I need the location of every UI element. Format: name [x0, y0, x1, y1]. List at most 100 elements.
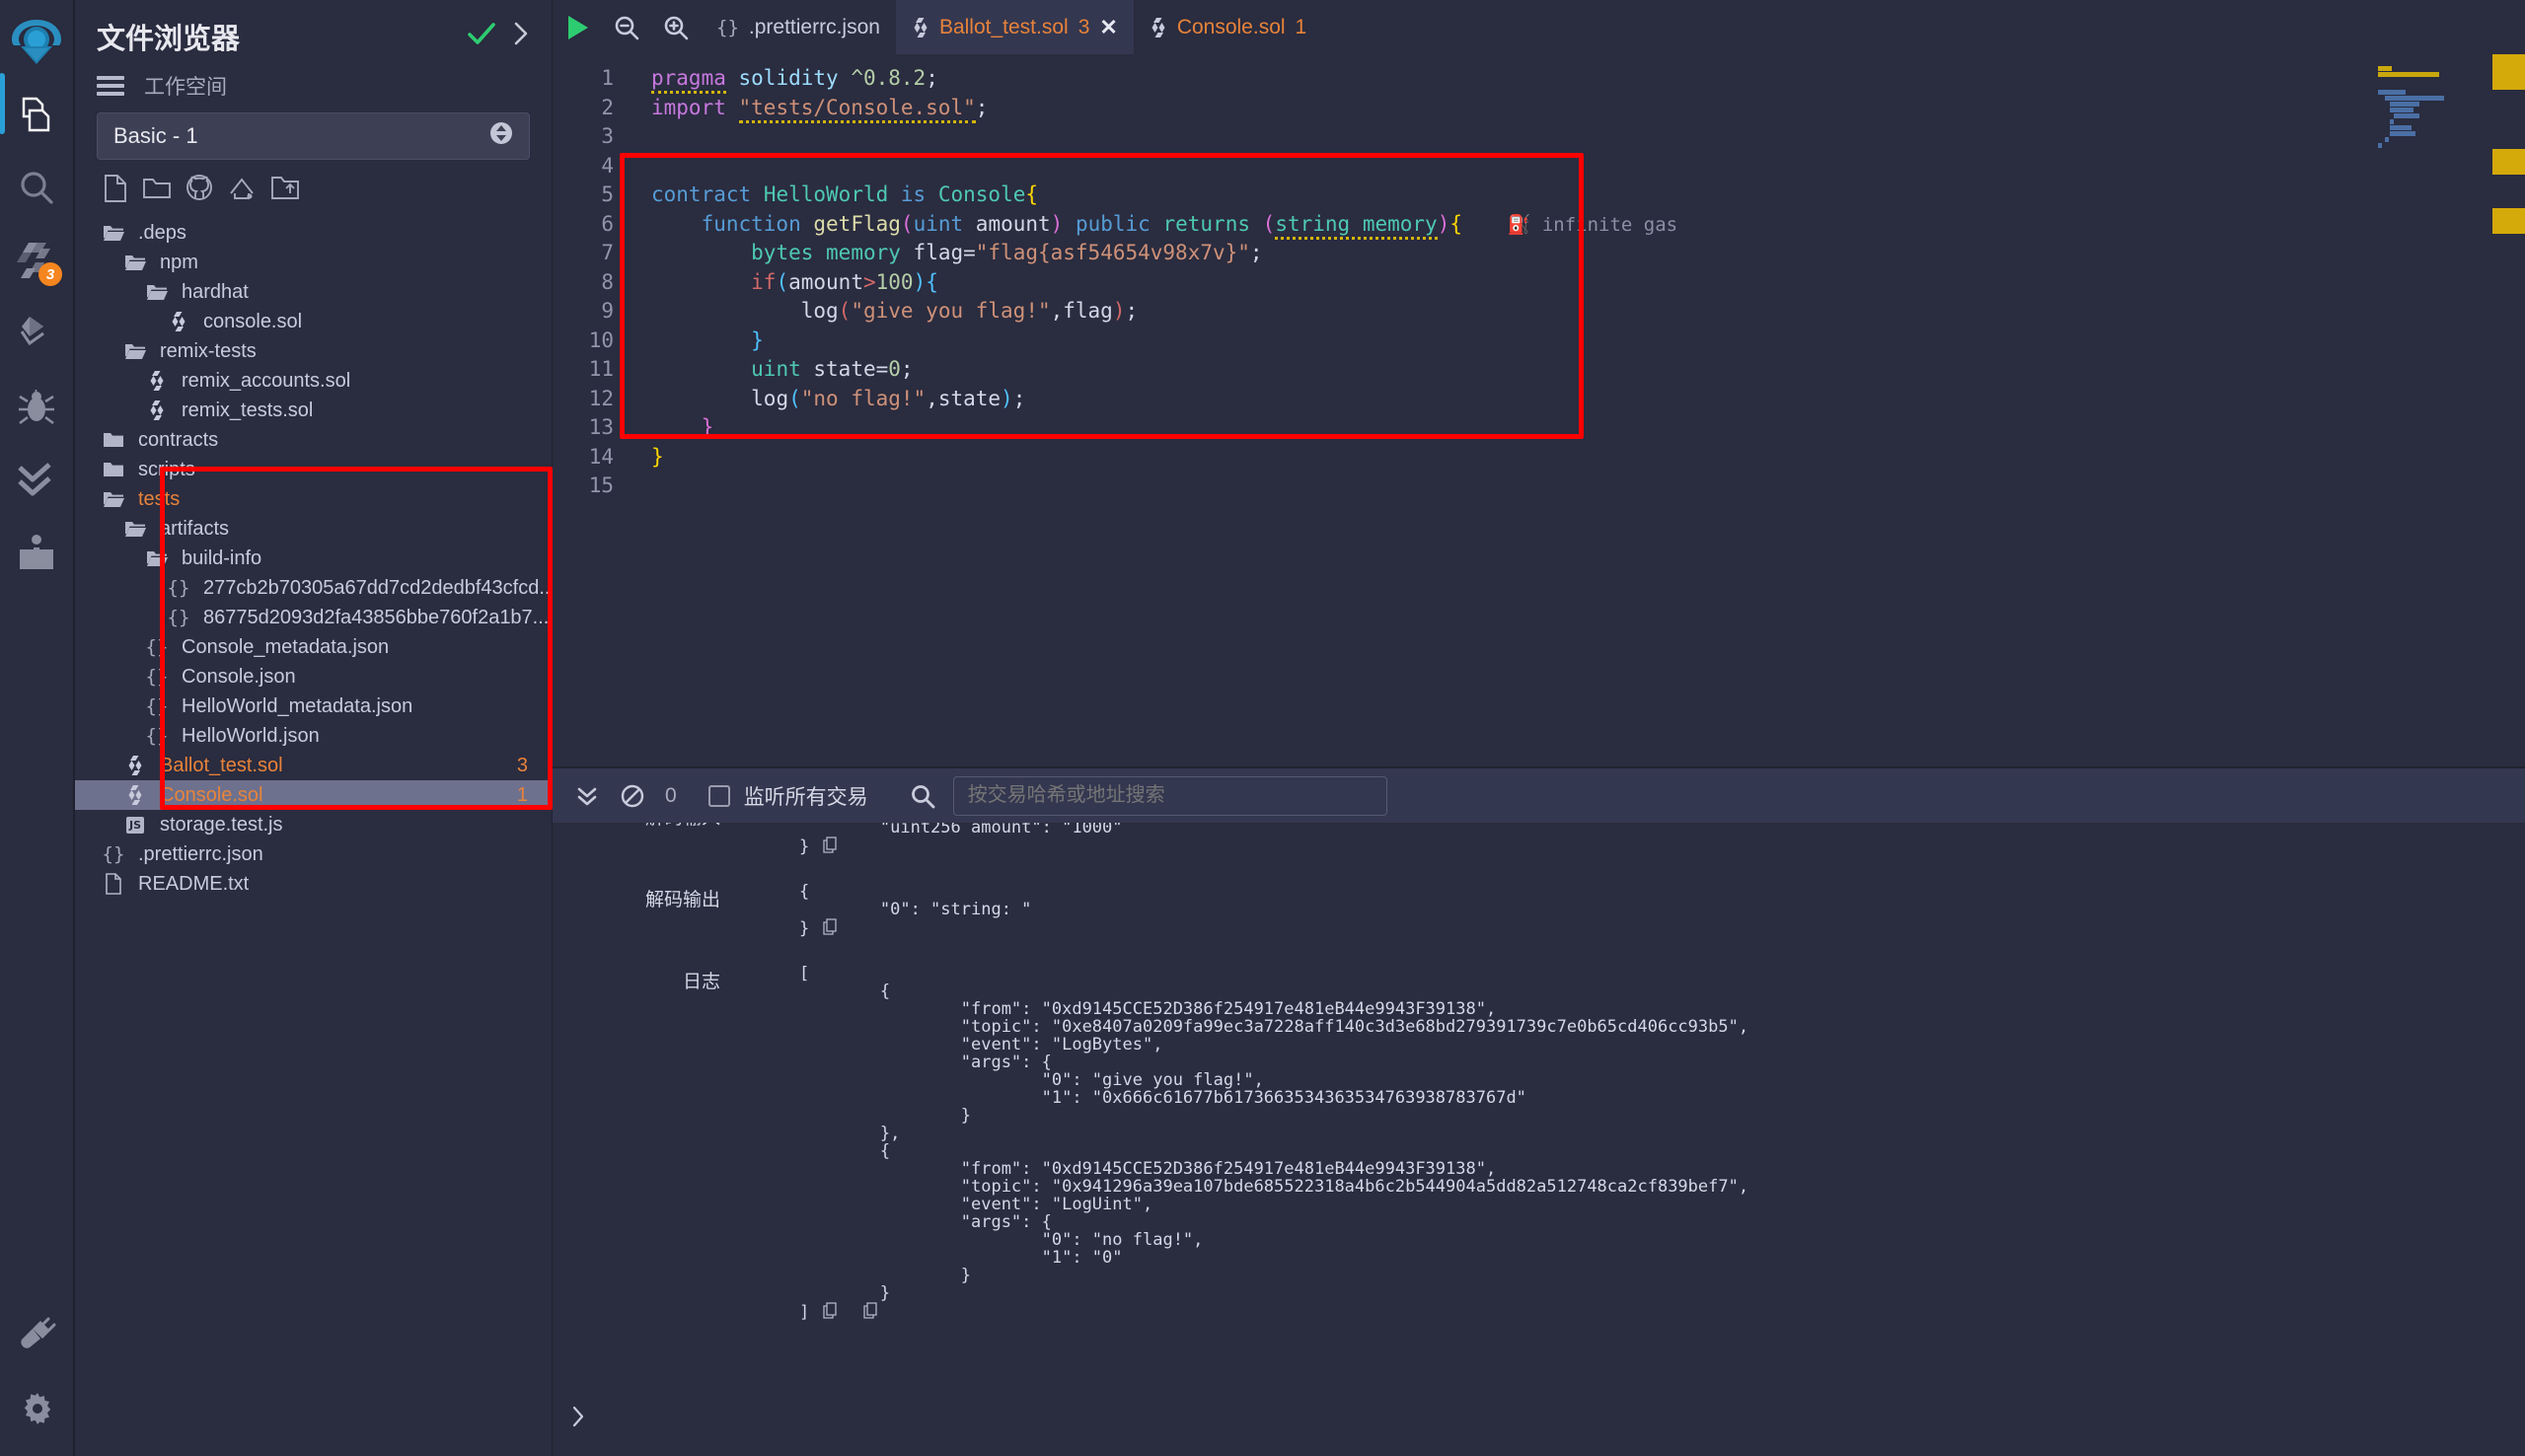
zoom-out-icon[interactable] [602, 0, 651, 54]
copy-icon[interactable] [863, 1302, 878, 1323]
terminal-entry-body: { "uint256 amount": "1000"} [799, 823, 1123, 857]
tree-item-label: remix_accounts.sol [182, 369, 351, 392]
tree-item-remix-tests-sol[interactable]: remix_tests.sol [75, 396, 552, 425]
editor-minimap[interactable] [2368, 54, 2492, 766]
tab--prettierrc-json[interactable]: {} .prettierrc.json [701, 0, 896, 54]
tree-item-readme-txt[interactable]: README.txt [75, 869, 552, 899]
terminal-entry-body: [ { "from": "0xd9145CCE52D386f254917e481… [799, 965, 1748, 1323]
terminal-output[interactable]: 解码输入 { "uint256 amount": "1000"} 解码输出 { "0"… [553, 823, 2525, 1456]
icon-rail: 3 [0, 0, 75, 1456]
line-number: 5 [601, 182, 614, 206]
file-explorer-icon[interactable] [7, 83, 66, 146]
listen-all-transactions-toggle[interactable]: 监听所有交易 [707, 781, 868, 811]
tree-item-console-json[interactable]: {} Console.json [75, 662, 552, 692]
terminal-log-line: "args": { [799, 1212, 1052, 1232]
tree-item-build-info[interactable]: build-info [75, 544, 552, 573]
settings-gear-icon[interactable] [8, 1377, 67, 1440]
tree-item-helloworld-metadata-json[interactable]: {} HelloWorld_metadata.json [75, 692, 552, 721]
terminal-log-line: } [799, 837, 1123, 857]
minimap-lines [2378, 66, 2485, 149]
json-file-icon: {} [167, 607, 190, 628]
tree-item-remix-tests[interactable]: remix-tests [75, 336, 552, 366]
tree-item-console-sol[interactable]: Console.sol 1 [75, 780, 552, 810]
search-icon[interactable] [910, 783, 935, 809]
chevron-updown-icon [489, 121, 513, 151]
workspace-select-value: Basic - 1 [113, 123, 198, 148]
tree-item-console-metadata-json[interactable]: {} Console_metadata.json [75, 632, 552, 662]
remix-logo-icon[interactable] [7, 14, 66, 73]
tree-item-artifacts[interactable]: artifacts [75, 514, 552, 544]
new-folder-icon[interactable] [142, 174, 172, 208]
tree-item-label: HelloWorld.json [182, 724, 320, 747]
file-actions-toolbar [75, 160, 552, 214]
line-number: 2 [601, 95, 614, 119]
tab-ballot-test-sol[interactable]: Ballot_test.sol 3 ✕ [895, 0, 1134, 54]
deploy-run-icon[interactable] [7, 302, 66, 365]
workspace-label: 工作空间 [144, 76, 227, 99]
terminal-log-line: } [799, 1106, 971, 1126]
terminal-search-input[interactable] [952, 775, 1387, 816]
plugin-manager-icon[interactable] [8, 1304, 67, 1367]
line-number: 8 [601, 269, 614, 294]
tab-console-sol[interactable]: Console.sol 1 [1134, 0, 1322, 54]
solidity-compiler-icon[interactable]: 3 [7, 229, 66, 292]
search-icon[interactable] [7, 156, 66, 219]
tree-item-label: npm [160, 251, 198, 273]
run-script-icon[interactable] [553, 0, 602, 54]
tree-item-tests[interactable]: tests [75, 484, 552, 514]
learneth-icon[interactable] [7, 521, 66, 584]
github-clone-icon[interactable] [186, 174, 213, 208]
folder-open-icon [120, 253, 150, 272]
solidity-file-icon [142, 400, 172, 421]
terminal-entry-label: 日志 [682, 972, 720, 992]
copy-icon[interactable] [823, 837, 838, 857]
code-editor[interactable]: 1 2 3 4 5 6 7 8 9 10 11 12 13 14 15 pragma solidity ^0… [553, 54, 2525, 766]
line-number: 13 [588, 415, 614, 439]
publish-gist-icon[interactable] [227, 174, 257, 208]
tree-item-storage-test-js[interactable]: JS storage.test.js [75, 810, 552, 839]
editor-code-area[interactable]: pragma solidity ^0.8.2; import "tests/Co… [630, 54, 2525, 766]
terminal-log-line: [ [799, 964, 810, 983]
editor-gutter: 1 2 3 4 5 6 7 8 9 10 11 12 13 14 15 [553, 54, 630, 766]
new-file-icon[interactable] [103, 174, 128, 208]
tree-item-npm[interactable]: npm [75, 248, 552, 277]
folder-open-icon [99, 223, 128, 243]
chevron-double-down-icon[interactable] [574, 783, 600, 809]
terminal-panel: 0 监听所有交易 解码输入 { "uint256 amount": "1000"}… [553, 766, 2525, 1456]
copy-icon[interactable] [823, 918, 838, 939]
tree-item-helloworld-json[interactable]: {} HelloWorld.json [75, 721, 552, 751]
tree-item-86775d2093d2fa43856bbe760f2a1b7-[interactable]: {} 86775d2093d2fa43856bbe760f2a1b7... [75, 603, 552, 632]
tree-item-console-sol[interactable]: console.sol [75, 307, 552, 336]
terminal-entry: 解码输出 { "0": "string: "} [553, 883, 2525, 939]
unit-testing-icon[interactable] [7, 448, 66, 511]
line-number: 10 [588, 328, 614, 352]
check-icon[interactable] [467, 22, 496, 52]
editor-scrollbar[interactable] [2492, 54, 2525, 766]
debugger-icon[interactable] [7, 375, 66, 438]
tree-item-contracts[interactable]: contracts [75, 425, 552, 455]
copy-icon[interactable] [823, 1302, 838, 1323]
tree-item-ballot-test-sol[interactable]: Ballot_test.sol 3 [75, 751, 552, 780]
workspace-select[interactable]: Basic - 1 [97, 112, 530, 160]
ban-clear-icon[interactable] [620, 783, 645, 809]
chevron-right-icon[interactable] [512, 21, 530, 53]
tab-error-count: 3 [1077, 15, 1090, 38]
upload-folder-icon[interactable] [270, 174, 300, 208]
tree-item-hardhat[interactable]: hardhat [75, 277, 552, 307]
code-line: function getFlag(uint amount) public ret… [630, 210, 2525, 240]
tree-item-scripts[interactable]: scripts [75, 455, 552, 484]
zoom-in-icon[interactable] [651, 0, 701, 54]
line-number: 12 [588, 386, 614, 410]
tree-item--prettierrc-json[interactable]: {} .prettierrc.json [75, 839, 552, 869]
chevron-right-icon[interactable] [570, 1405, 586, 1434]
terminal-log-line: "0": "no flag!", [799, 1230, 1204, 1250]
hamburger-icon[interactable] [97, 76, 124, 96]
close-icon[interactable]: ✕ [1099, 15, 1117, 40]
terminal-log-line: "topic": "0xe8407a0209fa99ec3a7228aff140… [799, 1017, 1749, 1037]
tree-item-label: scripts [138, 458, 195, 480]
tree-item-label: Console_metadata.json [182, 635, 390, 658]
tree-item-remix-accounts-sol[interactable]: remix_accounts.sol [75, 366, 552, 396]
tree-item--deps[interactable]: .deps [75, 218, 552, 248]
tree-item-277cb2b70305a67dd7cd2dedbf43cfcd-[interactable]: {} 277cb2b70305a67dd7cd2dedbf43cfcd.... [75, 573, 561, 603]
listen-checkbox[interactable] [707, 784, 730, 807]
